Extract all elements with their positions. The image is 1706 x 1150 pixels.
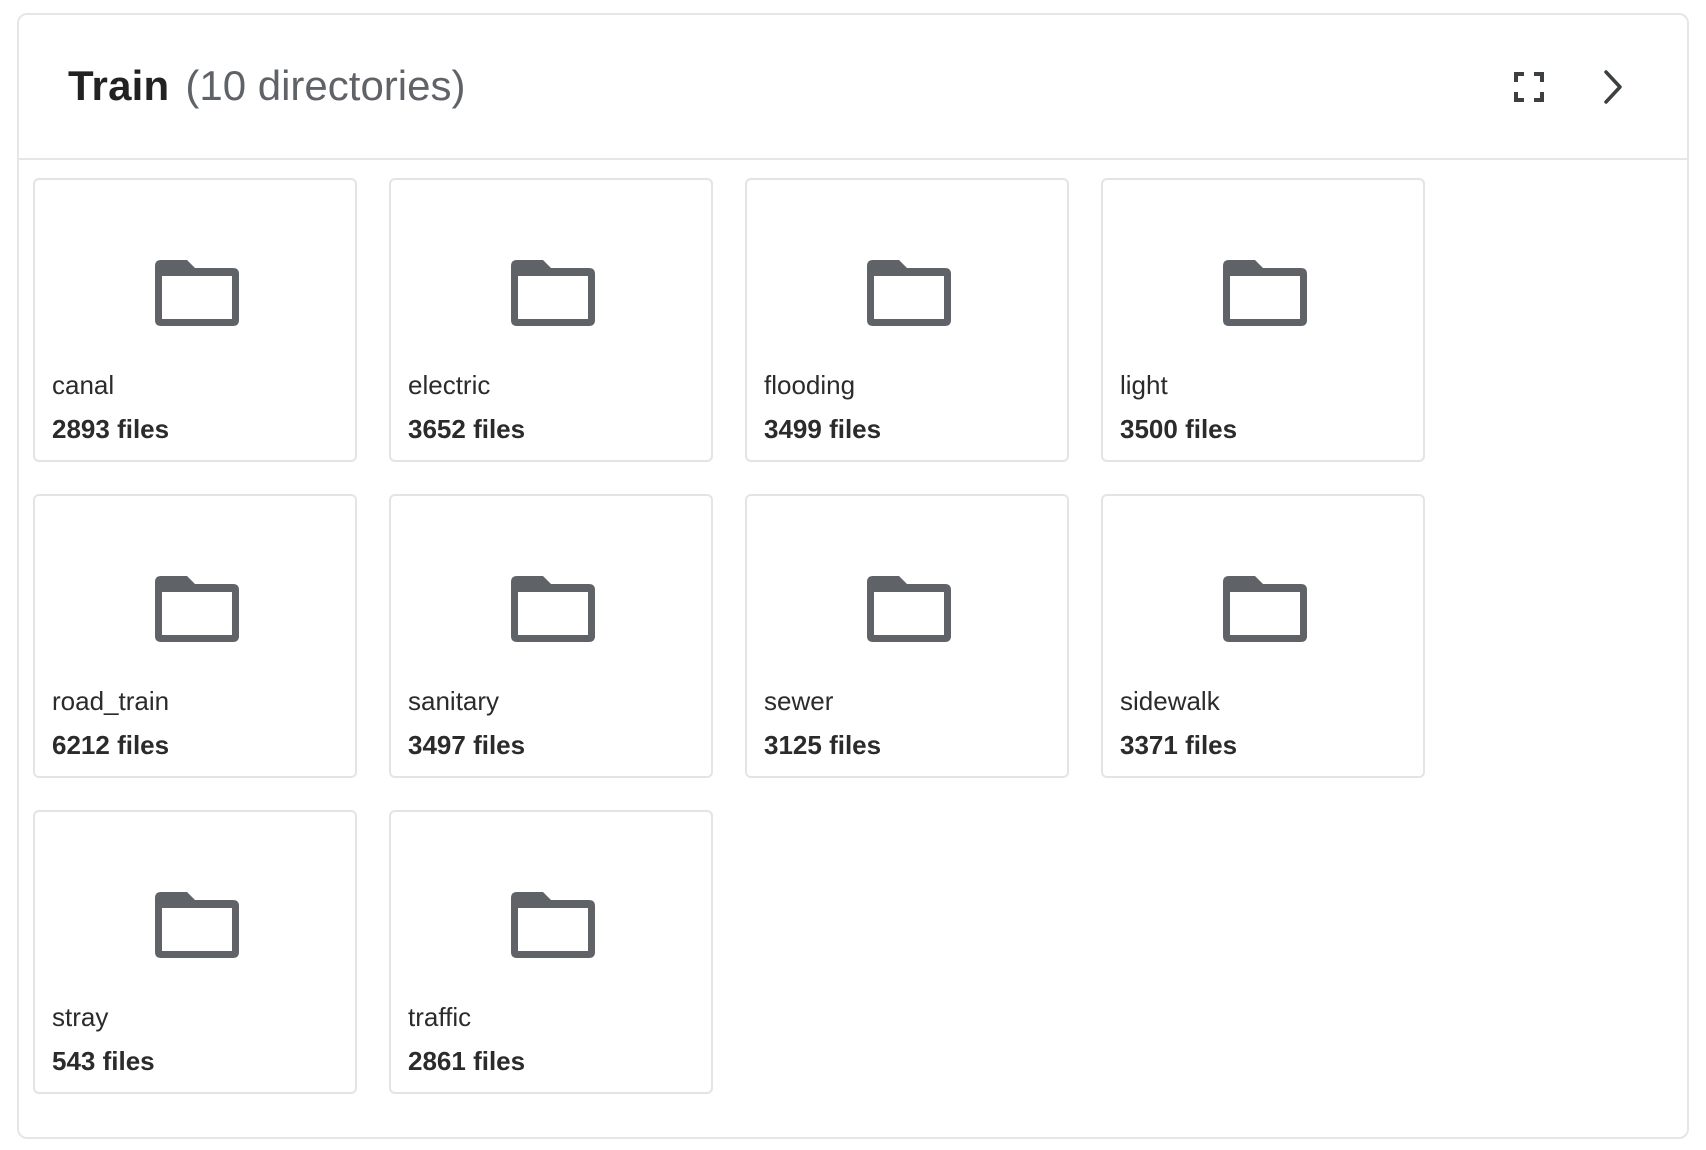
directory-name: sidewalk [1120,686,1220,716]
file-count: 543 files [52,1046,155,1076]
directory-card[interactable]: sewer 3125 files [745,494,1069,778]
directory-grid: canal 2893 files electric 3652 files floodin… [33,178,1425,1094]
directory-name: road_train [52,686,170,716]
expand-button[interactable] [1505,63,1553,111]
folder-icon [155,576,239,642]
file-count: 2893 files [52,414,170,444]
directory-name: light [1120,370,1168,400]
file-count: 3499 files [764,414,882,444]
folder-icon [155,260,239,326]
panel-header: Train (10 directories) [19,15,1687,160]
folder-icon [155,892,239,958]
header-actions [1505,63,1637,111]
next-button[interactable] [1589,63,1637,111]
directory-card[interactable]: light 3500 files [1101,178,1425,462]
folder-icon [511,576,595,642]
folder-icon [511,260,595,326]
file-count: 3652 files [408,414,526,444]
title-group: Train (10 directories) [68,62,465,110]
folder-icon [1223,576,1307,642]
directory-name: electric [408,370,491,400]
file-count: 3125 files [764,730,882,760]
file-count: 3500 files [1120,414,1238,444]
chevron-right-icon [1604,69,1622,104]
directory-name: traffic [408,1002,472,1032]
file-count: 6212 files [52,730,170,760]
folder-icon [511,892,595,958]
directory-name: canal [52,370,115,400]
fullscreen-icon [1514,71,1544,102]
directory-card[interactable]: traffic 2861 files [389,810,713,1094]
directory-card[interactable]: canal 2893 files [33,178,357,462]
directory-name: sewer [764,686,834,716]
folder-icon [1223,260,1307,326]
directory-card[interactable]: electric 3652 files [389,178,713,462]
directory-name: stray [52,1002,109,1032]
file-count: 3497 files [408,730,526,760]
directory-name: flooding [764,370,856,400]
directory-name: sanitary [408,686,500,716]
folder-icon [867,260,951,326]
directory-card[interactable]: stray 543 files [33,810,357,1094]
file-count: 2861 files [408,1046,526,1076]
panel-title: Train [68,61,170,109]
directory-card[interactable]: sanitary 3497 files [389,494,713,778]
directory-card[interactable]: road_train 6212 files [33,494,357,778]
file-count: 3371 files [1120,730,1238,760]
directory-count: (10 directories) [185,61,466,109]
directory-card[interactable]: sidewalk 3371 files [1101,494,1425,778]
directory-card[interactable]: flooding 3499 files [745,178,1069,462]
folder-icon [867,576,951,642]
